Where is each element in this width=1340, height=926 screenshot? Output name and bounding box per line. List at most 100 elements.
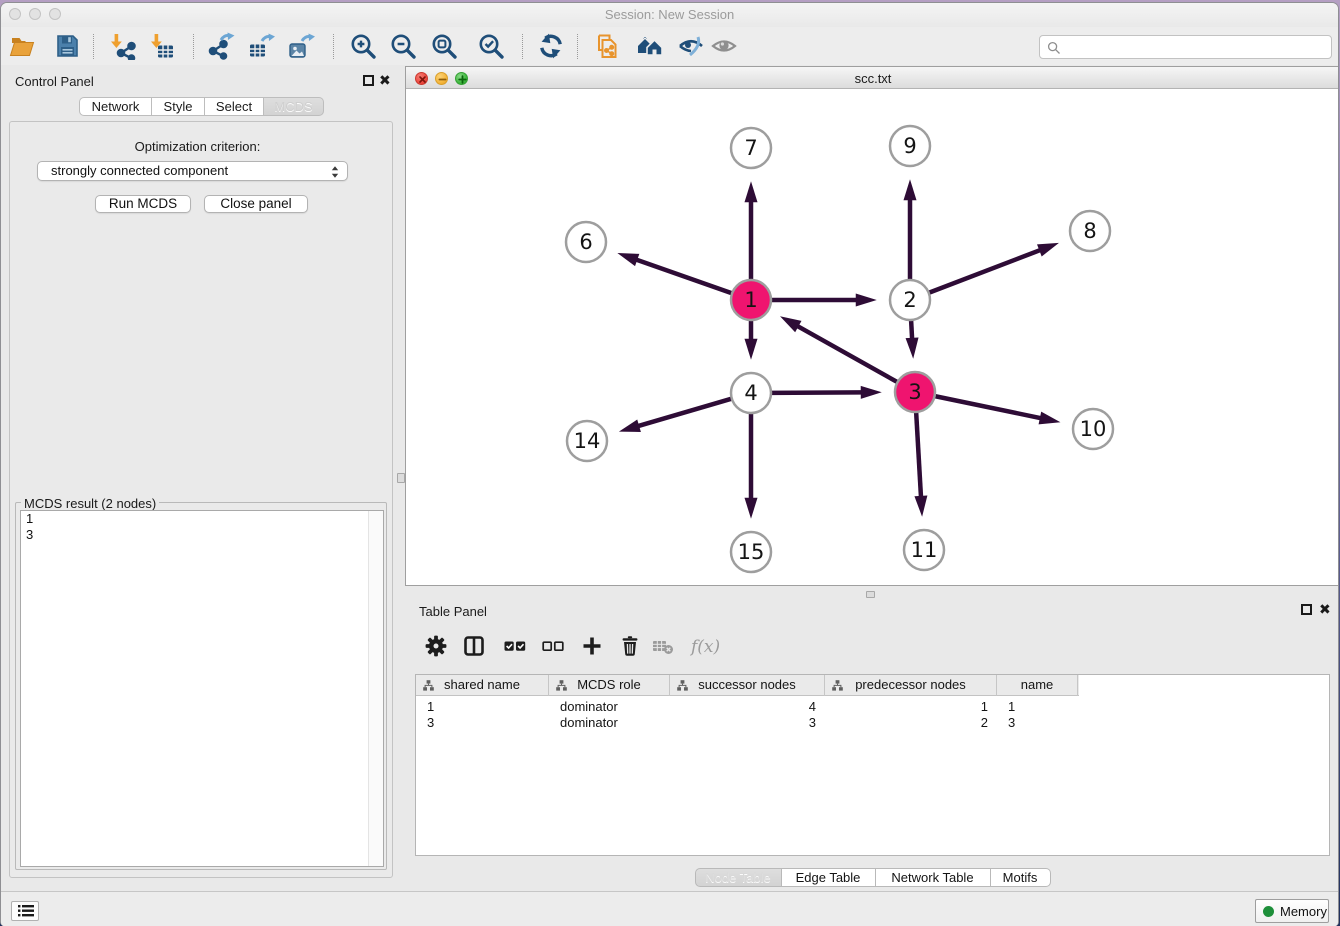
toolbar-separator xyxy=(333,34,334,59)
table-cell[interactable]: 4 xyxy=(670,699,825,715)
gear-icon[interactable] xyxy=(424,634,448,658)
zoom-selected-icon[interactable] xyxy=(477,32,505,60)
edge-4-15[interactable] xyxy=(745,413,758,519)
criterion-value: strongly connected component xyxy=(51,163,228,178)
zoom-in-icon[interactable] xyxy=(349,32,377,60)
columns-icon[interactable] xyxy=(462,634,486,658)
memory-button[interactable]: Memory xyxy=(1255,899,1329,923)
criterion-select[interactable]: strongly connected component xyxy=(37,161,348,181)
open-session-icon[interactable] xyxy=(9,32,37,60)
home-icon[interactable] xyxy=(636,32,664,60)
run-mcds-button[interactable]: Run MCDS xyxy=(95,195,191,213)
node-table: shared name MCDS role successor nodesprede… xyxy=(415,674,1330,856)
export-table-icon[interactable] xyxy=(247,32,275,60)
refresh-icon[interactable] xyxy=(537,32,565,60)
window-title: Session: New Session xyxy=(1,7,1338,22)
svg-text:9: 9 xyxy=(903,134,916,158)
hide-detail-icon[interactable] xyxy=(677,32,705,60)
table-cell[interactable]: 3 xyxy=(670,715,825,731)
column-header-successor-nodes[interactable]: successor nodes xyxy=(670,675,825,696)
function-builder-icon[interactable]: f(x) xyxy=(689,634,723,658)
node-4[interactable]: 4 xyxy=(731,373,771,413)
edge-2-3[interactable] xyxy=(906,320,919,359)
export-image-icon[interactable] xyxy=(287,32,315,60)
show-detail-icon[interactable] xyxy=(710,32,738,60)
copy-network-icon[interactable] xyxy=(592,32,620,60)
node-15[interactable]: 15 xyxy=(731,532,771,572)
export-network-icon[interactable] xyxy=(207,32,235,60)
close-panel-button[interactable]: Close panel xyxy=(204,195,308,213)
control-panel-tabs: NetworkStyleSelectMCDS xyxy=(79,97,324,116)
table-cell[interactable]: 1 xyxy=(825,699,997,715)
control-tab-network[interactable]: Network xyxy=(79,97,152,116)
control-panel-close-button[interactable]: ✖ xyxy=(379,74,391,87)
node-3[interactable]: 3 xyxy=(895,372,935,412)
column-header-MCDS-role[interactable]: MCDS role xyxy=(549,675,670,696)
svg-text:1: 1 xyxy=(744,288,757,312)
table-panel-float-button[interactable] xyxy=(1301,604,1312,615)
zoom-out-icon[interactable] xyxy=(389,32,417,60)
search-input[interactable] xyxy=(1066,37,1326,57)
edge-1-2[interactable] xyxy=(771,294,877,307)
network-canvas[interactable]: 7 9 6 8 1 2 4 3 14 10 15 11 xyxy=(406,89,1339,585)
table-cell[interactable]: 3 xyxy=(416,715,549,731)
column-header-shared-name[interactable]: shared name xyxy=(416,675,549,696)
table-toolbar: f(x) xyxy=(405,624,1339,666)
delete-column-icon[interactable] xyxy=(618,634,642,658)
mcds-result-item[interactable]: 3 xyxy=(21,527,383,543)
import-network-icon[interactable] xyxy=(108,32,136,60)
edge-1-7[interactable] xyxy=(745,181,758,280)
node-9[interactable]: 9 xyxy=(890,126,930,166)
table-tab-motifs[interactable]: Motifs xyxy=(991,868,1051,887)
edge-4-3[interactable] xyxy=(771,386,882,399)
zoom-fit-icon[interactable] xyxy=(430,32,458,60)
mcds-result-list[interactable]: 13 xyxy=(20,510,384,867)
horizontal-splitter-grip[interactable] xyxy=(866,591,875,598)
node-7[interactable]: 7 xyxy=(731,128,771,168)
control-tab-select[interactable]: Select xyxy=(205,97,264,116)
edge-3-1[interactable] xyxy=(780,316,897,382)
edge-3-11[interactable] xyxy=(914,412,927,517)
column-header-name[interactable]: name xyxy=(997,675,1078,696)
result-scrollbar[interactable] xyxy=(368,511,383,866)
table-panel-title: Table Panel xyxy=(419,604,487,619)
control-panel-float-button[interactable] xyxy=(363,75,374,86)
node-2[interactable]: 2 xyxy=(890,280,930,320)
import-table-icon[interactable] xyxy=(148,32,176,60)
column-header-label: MCDS role xyxy=(577,677,641,692)
add-column-icon[interactable] xyxy=(580,634,604,658)
table-cell[interactable]: dominator xyxy=(549,699,670,715)
control-tab-mcds[interactable]: MCDS xyxy=(264,97,324,116)
table-tab-node-table[interactable]: Node Table xyxy=(695,868,782,887)
table-cell[interactable]: 2 xyxy=(825,715,997,731)
table-tab-edge-table[interactable]: Edge Table xyxy=(782,868,876,887)
node-1[interactable]: 1 xyxy=(731,280,771,320)
edge-1-4[interactable] xyxy=(745,320,758,360)
edge-2-9[interactable] xyxy=(904,179,917,280)
node-8[interactable]: 8 xyxy=(1070,211,1110,251)
table-tab-network-table[interactable]: Network Table xyxy=(876,868,991,887)
edge-3-10[interactable] xyxy=(935,396,1061,424)
edge-4-14[interactable] xyxy=(619,399,732,432)
table-cell[interactable]: 1 xyxy=(997,699,1078,715)
save-session-icon[interactable] xyxy=(53,32,81,60)
node-6[interactable]: 6 xyxy=(566,222,606,262)
table-cell[interactable]: 1 xyxy=(416,699,549,715)
edge-1-6[interactable] xyxy=(617,253,732,293)
delete-table-icon[interactable] xyxy=(651,634,675,658)
table-cell[interactable]: 3 xyxy=(997,715,1078,731)
table-panel-close-button[interactable]: ✖ xyxy=(1319,603,1331,616)
node-11[interactable]: 11 xyxy=(904,530,944,570)
deselect-all-icon[interactable] xyxy=(541,634,565,658)
node-10[interactable]: 10 xyxy=(1073,409,1113,449)
control-tab-style[interactable]: Style xyxy=(152,97,205,116)
select-all-icon[interactable] xyxy=(503,634,527,658)
table-cell[interactable]: dominator xyxy=(549,715,670,731)
mcds-result-title: MCDS result (2 nodes) xyxy=(21,496,159,511)
mcds-result-item[interactable]: 1 xyxy=(21,511,383,527)
vertical-splitter-grip[interactable] xyxy=(397,473,405,483)
column-header-predecessor-nodes[interactable]: predecessor nodes xyxy=(825,675,997,696)
node-14[interactable]: 14 xyxy=(567,421,607,461)
status-list-button[interactable] xyxy=(11,901,39,921)
edge-2-8[interactable] xyxy=(929,243,1059,293)
